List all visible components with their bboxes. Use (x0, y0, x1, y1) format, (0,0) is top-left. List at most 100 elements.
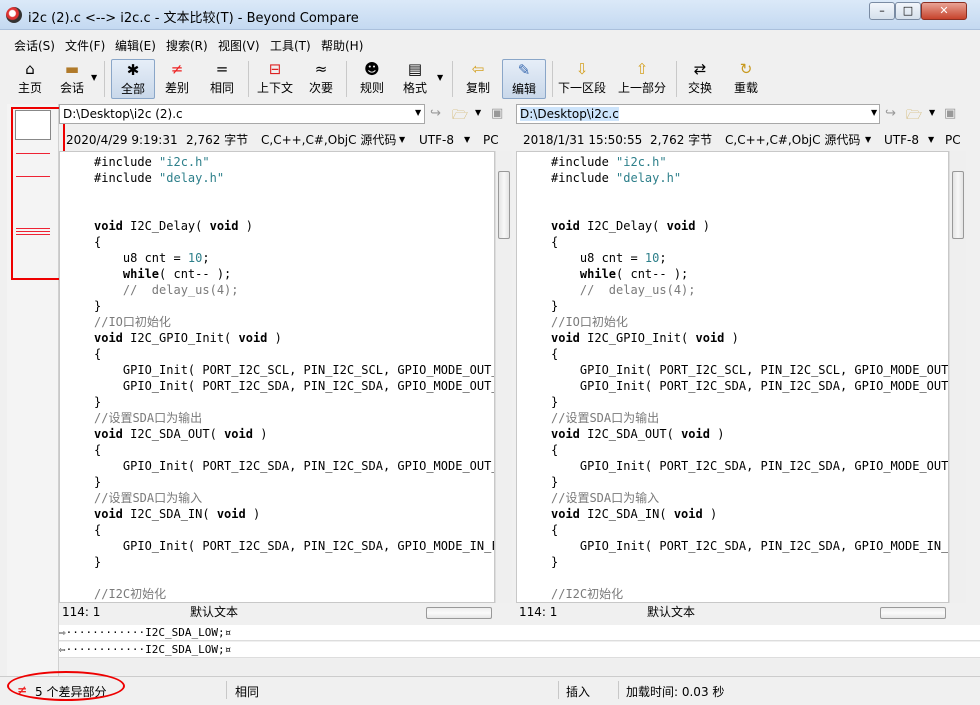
person-icon: ☻ (364, 60, 380, 78)
not-equal-icon: ≠ (170, 60, 184, 78)
session-button[interactable]: ▬ 会话 (56, 59, 88, 99)
prev-section-button[interactable]: ⇧ 上一部分 (617, 59, 667, 99)
menu-file[interactable]: 文件(F) (65, 37, 105, 54)
menu-tools[interactable]: 工具(T) (270, 37, 311, 54)
folder-icon[interactable]: 🗁 (906, 106, 922, 128)
right-horizontal-scrollbar[interactable] (866, 606, 946, 620)
swap-button[interactable]: ⇄ 交换 (685, 59, 715, 99)
home-icon: ⌂ (25, 60, 35, 78)
status-bar: ≠ 5 个差异部分 相同 插入 加载时间: 0.03 秒 (0, 676, 980, 705)
left-file-size: 2,762 字节 (186, 133, 249, 147)
left-folder-dropdown-icon[interactable]: ▼ (475, 108, 481, 117)
left-encoding-dropdown-icon[interactable]: ▼ (464, 130, 470, 150)
left-encoding-select[interactable]: UTF-8 (419, 130, 454, 150)
code-line: void I2C_Delay( void ) (551, 219, 710, 233)
left-file-date: 2020/4/29 9:19:31 (66, 133, 178, 147)
left-horizontal-scrollbar[interactable] (412, 606, 492, 620)
code-line: //IO口初始化 (94, 315, 171, 329)
code-line: { (94, 347, 102, 361)
minimize-button[interactable]: – (869, 2, 895, 20)
scrollbar-thumb[interactable] (426, 607, 492, 619)
left-text-mode: 默认文本 (190, 605, 239, 619)
asterisk-icon: ✱ (126, 61, 140, 79)
approx-icon: ≈ (314, 60, 328, 78)
right-folder-dropdown-icon[interactable]: ▼ (929, 108, 935, 117)
code-line: { (551, 347, 559, 361)
diff-detail-scrollbar[interactable] (59, 659, 980, 675)
context-button[interactable]: ⊟ 上下文 (255, 59, 295, 99)
copy-button[interactable]: ⇦ 复制 (462, 59, 494, 99)
left-path-dropdown-icon[interactable]: ▼ (415, 108, 421, 117)
right-encoding-select[interactable]: UTF-8 (884, 130, 919, 150)
show-all-button[interactable]: ✱ 全部 (111, 59, 155, 99)
code-line: //I2C初始化 (94, 587, 167, 601)
minor-button[interactable]: ≈ 次要 (305, 59, 337, 99)
equal-icon: = (215, 60, 229, 78)
toolbar-separator (248, 61, 249, 97)
right-code-pane[interactable]: #include "i2c.h" #include "delay.h" void… (516, 151, 949, 603)
session-dropdown-icon[interactable]: ▼ (91, 73, 97, 82)
code-line: #include "delay.h" (94, 171, 225, 185)
close-button[interactable]: ✕ (921, 2, 967, 20)
left-vertical-scrollbar[interactable] (495, 151, 512, 603)
scrollbar-thumb[interactable] (952, 171, 964, 239)
show-diffs-button[interactable]: ≠ 差别 (160, 59, 194, 99)
menu-help[interactable]: 帮助(H) (321, 37, 363, 54)
left-format-select[interactable]: C,C++,C#,ObjC 源代码 (261, 130, 396, 150)
right-vertical-scrollbar[interactable] (949, 151, 966, 603)
code-line: void I2C_SDA_OUT( void ) (94, 427, 268, 441)
show-same-button[interactable]: = 相同 (205, 59, 239, 99)
right-file-date: 2018/1/31 15:50:55 (523, 133, 643, 147)
code-line: #include "i2c.h" (94, 155, 210, 169)
left-code-pane[interactable]: #include "i2c.h" #include "delay.h" void… (59, 151, 495, 603)
code-line: GPIO_Init( PORT_I2C_SDA, PIN_I2C_SDA, GP… (94, 459, 495, 473)
code-line: } (551, 475, 559, 489)
edit-button[interactable]: ✎ 编辑 (502, 59, 546, 99)
right-cursor-position: 114: 1 (519, 605, 558, 619)
menu-edit[interactable]: 编辑(E) (115, 37, 156, 54)
code-line: { (551, 235, 559, 249)
menu-bar: 会话(S) 文件(F) 编辑(E) 搜索(R) 视图(V) 工具(T) 帮助(H… (0, 33, 980, 55)
right-path-input[interactable]: D:\Desktop\i2c.c (516, 104, 880, 124)
right-next-icon[interactable]: ↪ (885, 106, 896, 121)
maximize-button[interactable]: □ (895, 2, 921, 20)
format-dropdown-icon[interactable]: ▼ (437, 73, 443, 82)
code-line: GPIO_Init( PORT_I2C_SDA, PIN_I2C_SDA, GP… (551, 459, 949, 473)
code-line: } (94, 475, 102, 489)
menu-view[interactable]: 视图(V) (218, 37, 260, 54)
save-icon[interactable]: ▣ (944, 106, 956, 121)
diff-detail-line[interactable]: ⇨············I2C_SDA_LOW;¤ (59, 625, 980, 641)
scrollbar-thumb[interactable] (880, 607, 946, 619)
right-path-dropdown-icon[interactable]: ▼ (871, 108, 877, 117)
right-format-dropdown-icon[interactable]: ▼ (865, 130, 871, 150)
folder-icon[interactable]: 🗁 (452, 106, 468, 128)
format-button[interactable]: ▤ 格式 (400, 59, 430, 99)
diff-detail-line[interactable]: ⇦············I2C_SDA_LOW;¤ (59, 642, 980, 658)
code-line: } (94, 395, 102, 409)
arrow-left-icon: ⇦ (471, 60, 485, 78)
rules-button[interactable]: ☻ 规则 (355, 59, 389, 99)
right-lineend[interactable]: PC (945, 130, 961, 150)
left-lineend[interactable]: PC (483, 130, 499, 150)
left-format-dropdown-icon[interactable]: ▼ (399, 130, 405, 150)
left-next-icon[interactable]: ↪ (430, 106, 441, 121)
right-format-select[interactable]: C,C++,C#,ObjC 源代码 (725, 130, 860, 150)
code-line: } (94, 555, 102, 569)
right-encoding-dropdown-icon[interactable]: ▼ (928, 130, 934, 150)
save-icon[interactable]: ▣ (491, 106, 503, 121)
toolbar-separator (552, 61, 553, 97)
left-info-bar: 2020/4/29 9:19:31 2,762 字节 C,C++,C#,ObjC… (59, 130, 509, 150)
code-line: while( cnt-- ); (579, 267, 689, 281)
toolbar-separator (452, 61, 453, 97)
reload-button[interactable]: ↻ 重载 (731, 59, 761, 99)
left-path-input[interactable]: D:\Desktop\i2c (2).c (59, 104, 425, 124)
menu-session[interactable]: 会话(S) (14, 37, 55, 54)
reload-icon: ↻ (739, 60, 753, 78)
left-cursor-position: 114: 1 (62, 605, 101, 619)
menu-search[interactable]: 搜索(R) (166, 37, 208, 54)
context-icon: ⊟ (268, 60, 282, 78)
next-section-button[interactable]: ⇩ 下一区段 (557, 59, 607, 99)
app-icon (6, 7, 22, 23)
scrollbar-thumb[interactable] (498, 171, 510, 239)
home-button[interactable]: ⌂ 主页 (12, 59, 48, 99)
